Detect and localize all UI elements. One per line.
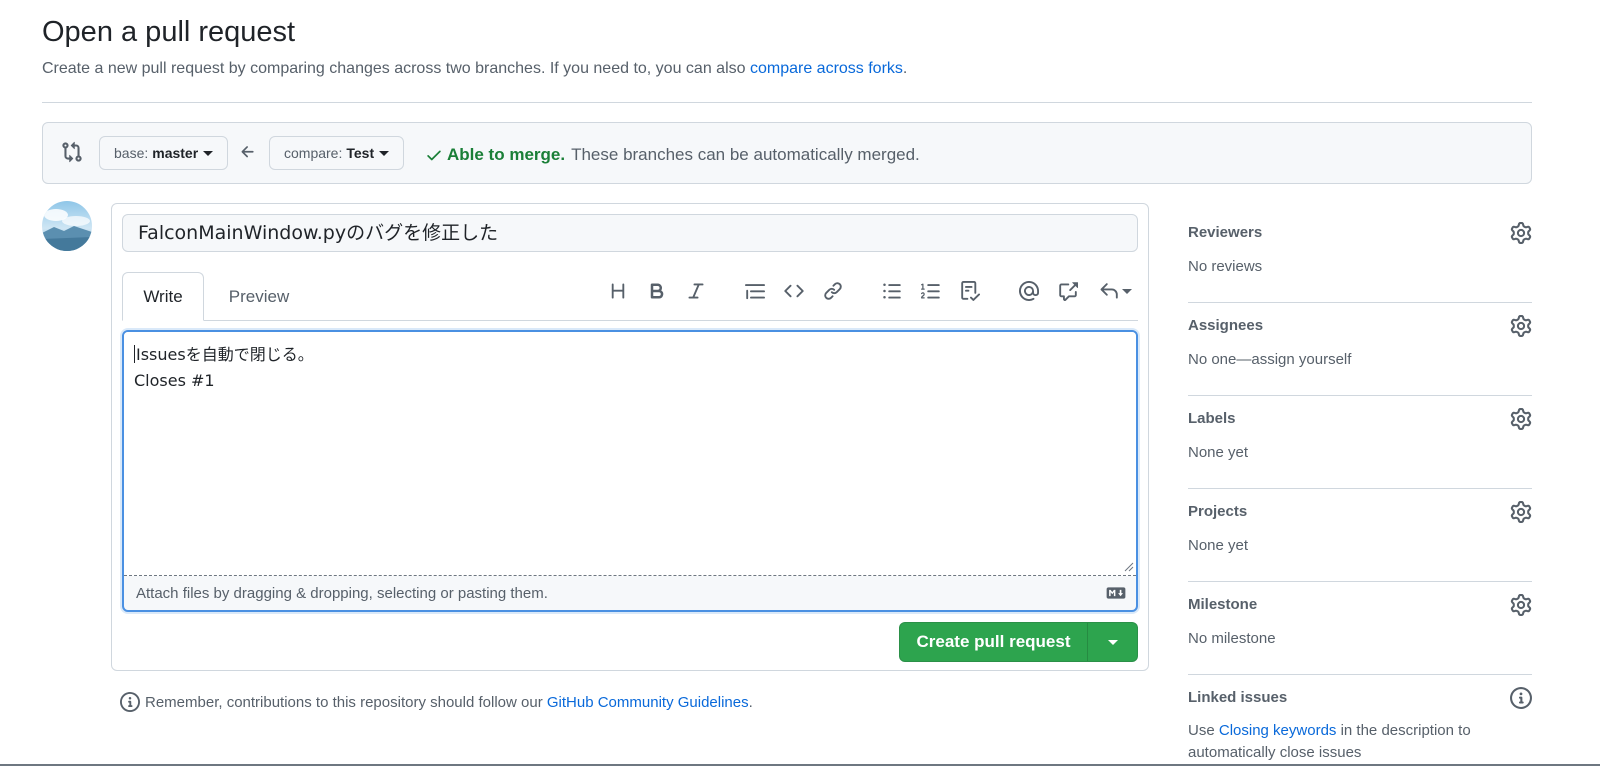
tab-preview[interactable]: Preview	[216, 272, 302, 321]
linked-issues-prefix: Use	[1188, 722, 1215, 739]
gear-icon[interactable]	[1510, 315, 1532, 337]
markdown-icon[interactable]	[1106, 586, 1126, 600]
resize-grip-icon[interactable]	[1124, 562, 1134, 572]
pr-title-input[interactable]: FalconMainWindow.pyのバグを修正した	[122, 214, 1138, 252]
attach-files-hint[interactable]: Attach files by dragging & dropping, sel…	[136, 585, 548, 602]
page-subtitle: Create a new pull request by comparing c…	[42, 60, 907, 78]
assignees-heading[interactable]: Assignees	[1188, 317, 1263, 334]
tab-write[interactable]: Write	[122, 272, 204, 321]
merge-status: Able to merge. These branches can be aut…	[425, 145, 920, 165]
comment-line-1: Issuesを自動で閉じる。	[134, 342, 1126, 368]
comment-line-1-text: Issuesを自動で閉じる。	[136, 345, 314, 364]
subtitle-suffix: .	[902, 60, 908, 77]
check-icon	[427, 150, 441, 161]
reply-icon[interactable]	[1098, 280, 1132, 302]
gear-icon[interactable]	[1510, 501, 1532, 523]
sidebar-reviewers: Reviewers No reviews	[1188, 210, 1532, 303]
sidebar-labels: Labels None yet	[1188, 396, 1532, 489]
caret-down-icon	[1121, 288, 1132, 294]
info-icon[interactable]	[1510, 687, 1532, 709]
branch-range-editor: base: master compare: Test Able to merge…	[42, 122, 1532, 184]
page-title: Open a pull request	[42, 16, 296, 48]
reviewers-heading[interactable]: Reviewers	[1188, 224, 1262, 241]
quote-icon[interactable]	[744, 280, 766, 302]
cross-reference-icon[interactable]	[1057, 280, 1079, 302]
remember-suffix: .	[748, 693, 753, 711]
closing-keywords-link[interactable]: Closing keywords	[1219, 722, 1337, 739]
heading-icon[interactable]	[607, 280, 629, 302]
avatar-image	[42, 201, 92, 251]
bold-icon[interactable]	[646, 280, 668, 302]
unordered-list-icon[interactable]	[881, 280, 903, 302]
linked-issues-value: Use Closing keywords in the description …	[1188, 720, 1532, 764]
community-guidelines-notice: Remember, contributions to this reposito…	[120, 692, 753, 712]
comment-textarea[interactable]: Issuesを自動で閉じる。 Closes #1	[124, 332, 1136, 576]
milestone-value: No milestone	[1188, 630, 1276, 647]
arrow-left-icon	[241, 146, 254, 158]
gear-icon[interactable]	[1510, 408, 1532, 430]
gear-icon[interactable]	[1510, 222, 1532, 244]
code-icon[interactable]	[783, 280, 805, 302]
gear-icon[interactable]	[1510, 594, 1532, 616]
ordered-list-icon[interactable]	[920, 280, 942, 302]
base-prefix: base:	[114, 145, 149, 161]
sidebar-projects: Projects None yet	[1188, 489, 1532, 582]
create-pull-request-button-group: Create pull request	[899, 622, 1138, 662]
compare-branch-button[interactable]: compare: Test	[269, 136, 405, 170]
avatar	[42, 201, 92, 251]
text-cursor	[134, 345, 135, 363]
header-divider	[42, 102, 1532, 103]
italic-icon[interactable]	[685, 280, 707, 302]
caret-down-icon	[203, 150, 214, 156]
sidebar: Reviewers No reviews Assignees No one—as…	[1188, 210, 1532, 782]
community-guidelines-link[interactable]: GitHub Community Guidelines	[547, 694, 749, 711]
info-icon	[120, 692, 140, 712]
compare-branch-name: Test	[346, 145, 375, 161]
comment-body-field[interactable]: Issuesを自動で閉じる。 Closes #1 Attach files by…	[122, 330, 1138, 612]
link-icon[interactable]	[822, 280, 844, 302]
reviewers-value: No reviews	[1188, 258, 1263, 275]
labels-heading[interactable]: Labels	[1188, 410, 1236, 427]
compare-across-forks-link[interactable]: compare across forks	[750, 60, 903, 77]
base-branch-button[interactable]: base: master	[99, 136, 229, 170]
sidebar-milestone: Milestone No milestone	[1188, 582, 1532, 675]
merge-ok-label: Able to merge.	[447, 145, 566, 164]
merge-message: These branches can be automatically merg…	[571, 145, 920, 164]
caret-down-icon	[1107, 639, 1118, 645]
milestone-heading[interactable]: Milestone	[1188, 596, 1257, 613]
pull-request-form: FalconMainWindow.pyのバグを修正した Write Previe…	[111, 203, 1149, 671]
window-bottom-edge	[0, 764, 1600, 766]
remember-text: Remember, contributions to this reposito…	[145, 693, 543, 711]
git-compare-icon	[62, 141, 82, 163]
base-branch-name: master	[152, 145, 199, 161]
linked-issues-heading: Linked issues	[1188, 689, 1288, 706]
subtitle-text: Create a new pull request by comparing c…	[42, 60, 746, 77]
comment-line-2: Closes #1	[134, 371, 215, 390]
assignees-value[interactable]: No one—assign yourself	[1188, 349, 1351, 371]
projects-value: None yet	[1188, 537, 1249, 554]
caret-down-icon	[379, 150, 390, 156]
task-list-icon[interactable]	[959, 280, 981, 302]
compare-prefix: compare:	[284, 145, 343, 161]
create-options-dropdown[interactable]	[1088, 623, 1137, 661]
mention-icon[interactable]	[1018, 280, 1040, 302]
create-pull-request-button[interactable]: Create pull request	[900, 623, 1088, 661]
labels-value: None yet	[1188, 444, 1249, 461]
sidebar-assignees: Assignees No one—assign yourself	[1188, 303, 1532, 396]
projects-heading[interactable]: Projects	[1188, 503, 1247, 520]
